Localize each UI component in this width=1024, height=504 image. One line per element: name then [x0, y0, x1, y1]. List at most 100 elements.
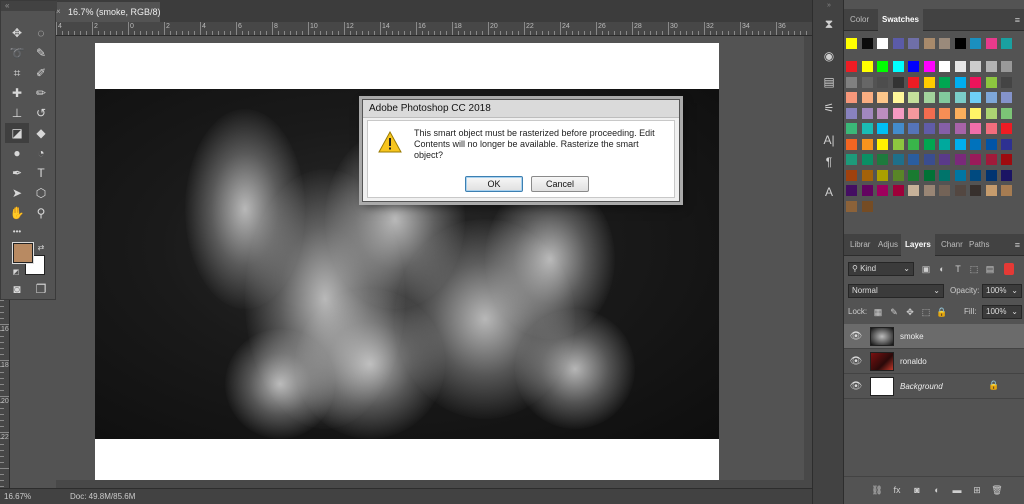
color-swatch[interactable] — [861, 169, 873, 181]
color-swatch[interactable] — [1001, 169, 1012, 181]
blend-mode-dropdown[interactable]: Normal ⌄ — [848, 284, 944, 298]
color-swatch[interactable] — [970, 38, 981, 49]
layers-panel-menu-icon[interactable]: ≡ — [1015, 234, 1020, 256]
color-swatch[interactable] — [970, 92, 981, 103]
color-swatch[interactable] — [970, 154, 981, 165]
color-swatch[interactable] — [892, 61, 904, 72]
default-colors-icon[interactable]: ◩ — [11, 267, 21, 277]
visibility-eye-icon[interactable]: 👁 — [850, 355, 863, 367]
color-swatch[interactable] — [861, 185, 873, 196]
color-swatch[interactable] — [877, 38, 888, 49]
color-swatch[interactable] — [985, 138, 997, 150]
color-swatch[interactable] — [923, 76, 935, 88]
eyedropper-tool-icon[interactable]: ✐ — [29, 63, 53, 83]
color-swatch[interactable] — [908, 169, 919, 181]
color-swatch[interactable] — [892, 107, 904, 119]
color-swatch[interactable] — [846, 123, 857, 134]
color-swatch[interactable] — [1001, 92, 1012, 103]
toolbar-collapse-grip[interactable]: « — [1, 1, 57, 11]
color-swatch[interactable] — [846, 185, 857, 196]
adjustments-mini-icon[interactable]: ⚟ — [818, 98, 840, 118]
healing-brush-tool-icon[interactable]: ✚ — [5, 83, 29, 103]
color-swatch[interactable] — [892, 154, 904, 165]
color-swatch[interactable] — [939, 169, 950, 181]
layer-row-background[interactable]: 👁 Background 🔒 — [844, 374, 1024, 399]
color-swatch[interactable] — [892, 185, 904, 196]
layer-filter-dropdown[interactable]: ⚲ Kind ⌄ — [848, 262, 914, 276]
color-swatch[interactable] — [939, 38, 950, 49]
filter-shape-icon[interactable]: ⬚ — [968, 263, 980, 275]
color-swatch[interactable] — [892, 169, 904, 181]
pen-tool-icon[interactable]: ✒ — [5, 163, 29, 183]
path-select-tool-icon[interactable]: ➤ — [5, 183, 29, 203]
color-swatch[interactable] — [939, 123, 950, 134]
color-swatch[interactable] — [877, 169, 888, 181]
color-swatch[interactable] — [1001, 138, 1012, 150]
color-swatch[interactable] — [923, 138, 935, 150]
add-mask-icon[interactable]: ◙ — [910, 483, 924, 497]
history-panel-icon[interactable]: ⧗ — [818, 14, 840, 34]
color-swatch[interactable] — [846, 200, 857, 212]
filter-adjustment-icon[interactable]: ◐ — [936, 263, 948, 275]
tab-layers[interactable]: Layers — [901, 234, 935, 256]
color-swatch[interactable] — [861, 38, 873, 49]
layer-row-ronaldo[interactable]: 👁 ronaldo — [844, 349, 1024, 374]
color-swatch[interactable] — [892, 138, 904, 150]
tab-paths[interactable]: Paths — [965, 234, 993, 256]
cancel-button[interactable]: Cancel — [531, 176, 589, 192]
color-swatch[interactable] — [985, 107, 997, 119]
color-swatch[interactable] — [861, 107, 873, 119]
color-swatch[interactable] — [846, 61, 857, 72]
color-swatch[interactable] — [908, 107, 919, 119]
color-swatch[interactable] — [1001, 76, 1012, 88]
color-swatch[interactable] — [877, 154, 888, 165]
color-swatch[interactable] — [877, 185, 888, 196]
swatches-panel-menu-icon[interactable]: ≡ — [1015, 9, 1020, 31]
color-swatch[interactable] — [939, 154, 950, 165]
color-swatch[interactable] — [970, 107, 981, 119]
color-swatch[interactable] — [846, 76, 857, 88]
tab-libraries[interactable]: Librar — [846, 234, 874, 256]
color-swatch[interactable] — [954, 123, 966, 134]
color-swatch[interactable] — [970, 76, 981, 88]
color-swatch[interactable] — [1001, 123, 1012, 134]
color-swatch[interactable] — [892, 76, 904, 88]
layer-name[interactable]: Background — [900, 374, 943, 399]
glyphs-panel-icon[interactable]: A — [818, 182, 840, 202]
color-swatch[interactable] — [923, 185, 935, 196]
layer-name[interactable]: smoke — [900, 324, 924, 349]
color-swatch[interactable] — [954, 61, 966, 72]
crop-tool-icon[interactable]: ⌗ — [5, 63, 29, 83]
eraser-tool-icon[interactable]: ◪ — [5, 123, 29, 143]
color-swatch[interactable] — [908, 123, 919, 134]
color-swatch[interactable] — [861, 123, 873, 134]
properties-panel-icon[interactable]: ◉ — [818, 46, 840, 66]
color-swatch[interactable] — [954, 107, 966, 119]
color-swatch[interactable] — [923, 123, 935, 134]
color-swatch[interactable] — [877, 92, 888, 103]
color-swatch[interactable] — [908, 92, 919, 103]
color-swatch[interactable] — [846, 154, 857, 165]
color-swatch[interactable] — [861, 138, 873, 150]
color-swatch[interactable] — [1001, 107, 1012, 119]
color-swatch[interactable] — [908, 154, 919, 165]
type-tool-icon[interactable]: T — [29, 163, 53, 183]
color-swatch[interactable] — [939, 107, 950, 119]
color-swatch[interactable] — [892, 123, 904, 134]
zoom-tool-icon[interactable]: ⚲ — [29, 203, 53, 223]
character-panel-icon[interactable]: A| — [818, 130, 840, 150]
color-swatch[interactable] — [985, 38, 997, 49]
foreground-color-swatch[interactable] — [12, 242, 34, 264]
quick-select-tool-icon[interactable]: ✎ — [29, 43, 53, 63]
tab-channels[interactable]: Chanr — [937, 234, 967, 256]
color-swatch[interactable] — [939, 61, 950, 72]
ok-button[interactable]: OK — [465, 176, 523, 192]
quick-mask-icon[interactable]: ◙ — [5, 279, 29, 299]
visibility-eye-icon[interactable]: 👁 — [850, 330, 863, 342]
filter-smart-object-icon[interactable]: ▤ — [984, 263, 996, 275]
layer-style-icon[interactable]: fx — [890, 483, 904, 497]
color-swatch[interactable] — [861, 61, 873, 72]
zoom-level-field[interactable]: 16.67% — [4, 489, 31, 504]
color-swatch[interactable] — [908, 76, 919, 88]
filter-toggle-icon[interactable] — [1004, 263, 1014, 275]
